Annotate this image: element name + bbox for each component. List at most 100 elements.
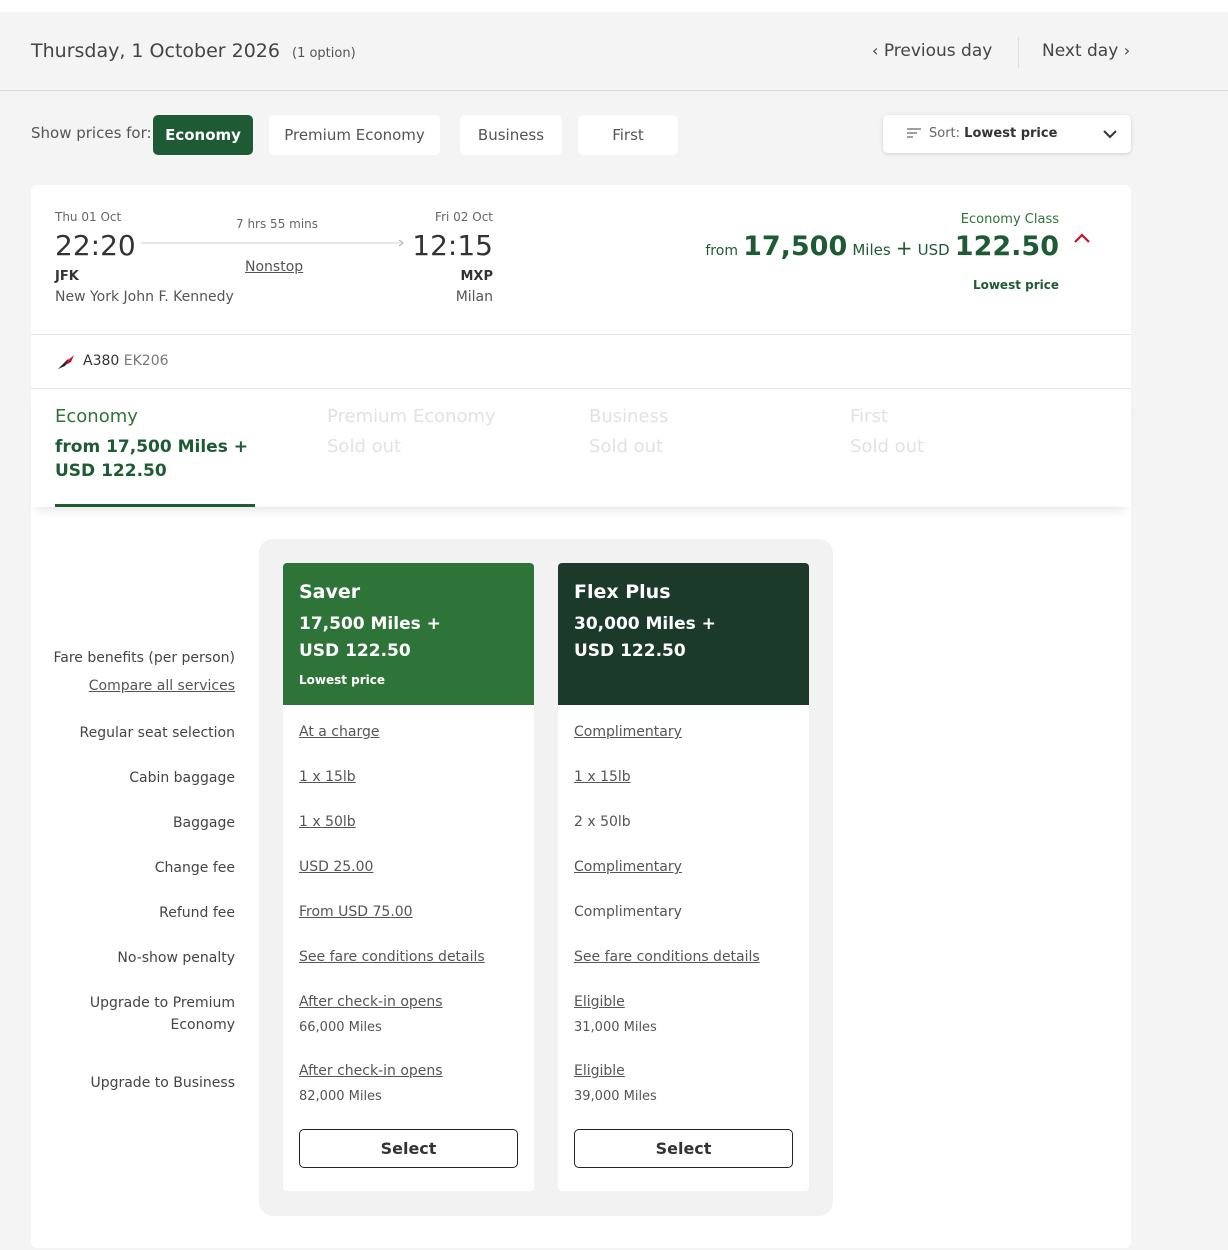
tab-business-status: Sold out — [589, 436, 664, 457]
tab-first[interactable]: First Sold out — [850, 406, 924, 457]
pill-economy[interactable]: Economy — [153, 115, 253, 155]
chevron-up-icon[interactable] — [1073, 231, 1091, 245]
flex-change-fee[interactable]: Complimentary — [574, 859, 682, 875]
flex-seat-selection[interactable]: Complimentary — [574, 724, 682, 740]
arrival-city: Milan — [455, 289, 493, 305]
active-tab-indicator — [55, 504, 255, 507]
tab-first-status: Sold out — [850, 436, 925, 457]
show-prices-label: Show prices for: — [31, 124, 152, 142]
saver-no-show-penalty[interactable]: See fare conditions details — [299, 949, 485, 965]
flight-number: EK206 — [123, 353, 169, 369]
departure-code: JFK — [55, 269, 79, 284]
tab-first-name: First — [850, 406, 888, 427]
flex-refund-fee: Complimentary — [574, 904, 682, 920]
top-strip — [0, 0, 1228, 12]
select-saver-button[interactable]: Select — [299, 1129, 518, 1168]
price-miles: 17,500 — [743, 231, 848, 262]
fare-card-saver: Saver 17,500 Miles + USD 122.50 Lowest p… — [283, 563, 534, 1191]
fare-price-miles: 30,000 Miles + — [574, 614, 716, 634]
saver-upgrade-premium-miles: 66,000 Miles — [299, 1020, 382, 1035]
benefits-header-label: Fare benefits (per person) — [53, 650, 235, 666]
label-upgrade-business: Upgrade to Business — [90, 1075, 235, 1091]
sort-value: Lowest price — [964, 126, 1058, 141]
fare-price: 30,000 Miles + USD 122.50 — [574, 611, 716, 665]
tab-premium-economy[interactable]: Premium Economy Sold out — [327, 406, 496, 457]
fare-options-panel: Saver 17,500 Miles + USD 122.50 Lowest p… — [259, 539, 833, 1216]
flex-upgrade-premium[interactable]: Eligible — [574, 994, 625, 1010]
pill-first[interactable]: First — [578, 115, 678, 155]
flex-cabin-baggage[interactable]: 1 x 15lb — [574, 769, 631, 785]
flight-card: Thu 01 Oct 22:20 JFK New York John F. Ke… — [31, 185, 1131, 1248]
label-refund-fee: Refund fee — [159, 905, 235, 921]
fare-header-flex-plus: Flex Plus 30,000 Miles + USD 122.50 — [558, 563, 809, 705]
saver-upgrade-premium[interactable]: After check-in opens — [299, 994, 443, 1010]
flight-line — [141, 239, 404, 247]
sort-icon — [907, 128, 921, 138]
saver-refund-fee[interactable]: From USD 75.00 — [299, 904, 413, 920]
aircraft-row: A380 EK206 — [31, 335, 1131, 389]
departure-time: 22:20 — [55, 229, 136, 262]
fare-price-miles: 17,500 Miles + — [299, 614, 441, 634]
label-cabin-baggage: Cabin baggage — [129, 770, 235, 786]
flex-baggage: 2 x 50lb — [574, 814, 631, 830]
sort-prefix: Sort: — [929, 126, 961, 141]
fare-price: 17,500 Miles + USD 122.50 — [299, 611, 441, 665]
tab-economy-price-line1: from 17,500 Miles + — [55, 437, 248, 457]
flex-no-show-penalty[interactable]: See fare conditions details — [574, 949, 760, 965]
previous-day-link[interactable]: ‹ Previous day — [872, 41, 992, 61]
arrival-date: Fri 02 Oct — [435, 210, 493, 224]
tab-premium-economy-status: Sold out — [327, 436, 402, 457]
price-currency: USD — [917, 241, 950, 259]
flex-upgrade-premium-miles: 31,000 Miles — [574, 1020, 657, 1035]
label-seat-selection: Regular seat selection — [79, 725, 236, 741]
next-day-link[interactable]: Next day › — [1042, 41, 1130, 61]
airline-logo-icon — [58, 355, 74, 369]
saver-upgrade-business-miles: 82,000 Miles — [299, 1089, 382, 1104]
sort-text: Sort: Lowest price — [929, 126, 1057, 141]
sort-dropdown[interactable]: Sort: Lowest price — [883, 115, 1131, 153]
label-upgrade-premium-line2: Economy — [170, 1017, 235, 1033]
tab-business-name: Business — [589, 406, 669, 427]
chevron-left-icon: ‹ — [872, 41, 879, 60]
saver-change-fee[interactable]: USD 25.00 — [299, 859, 373, 875]
label-change-fee: Change fee — [154, 860, 235, 876]
pill-premium-economy[interactable]: Premium Economy — [269, 115, 440, 155]
chevron-down-icon — [1103, 130, 1117, 139]
arrival-code: MXP — [460, 269, 494, 284]
tab-economy-name: Economy — [55, 406, 138, 427]
price-from: from — [705, 243, 738, 259]
aircraft-info: A380 EK206 — [83, 353, 169, 369]
price-miles-unit: Miles — [852, 241, 891, 259]
saver-baggage[interactable]: 1 x 50lb — [299, 814, 356, 830]
flight-summary[interactable]: Thu 01 Oct 22:20 JFK New York John F. Ke… — [31, 185, 1131, 335]
fare-card-flex-plus: Flex Plus 30,000 Miles + USD 122.50 Comp… — [558, 563, 809, 1191]
arrival-time: 12:15 — [412, 229, 493, 262]
label-baggage: Baggage — [172, 815, 235, 831]
saver-cabin-baggage[interactable]: 1 x 15lb — [299, 769, 356, 785]
lowest-price-tag: Lowest price — [972, 278, 1059, 292]
tab-business[interactable]: Business Sold out — [589, 406, 668, 457]
label-no-show-penalty: No-show penalty — [117, 950, 235, 966]
pill-business[interactable]: Business — [460, 115, 562, 155]
select-flex-plus-button[interactable]: Select — [574, 1129, 793, 1168]
fare-price-usd: USD 122.50 — [299, 641, 411, 661]
tab-premium-economy-name: Premium Economy — [327, 406, 496, 427]
date-header: Thursday, 1 October 2026 (1 option) ‹ Pre… — [0, 12, 1228, 91]
fare-header-saver: Saver 17,500 Miles + USD 122.50 Lowest p… — [283, 563, 534, 705]
compare-all-services-link[interactable]: Compare all services — [89, 678, 235, 694]
class-label: Economy Class — [960, 212, 1059, 227]
flex-upgrade-business[interactable]: Eligible — [574, 1063, 625, 1079]
previous-day-label: Previous day — [883, 41, 993, 61]
aircraft-type: A380 — [83, 353, 120, 369]
flight-duration: 7 hrs 55 mins — [236, 217, 319, 231]
saver-upgrade-business[interactable]: After check-in opens — [299, 1063, 443, 1079]
label-upgrade-premium: Upgrade to Premium — [89, 995, 235, 1011]
tab-economy-price-line2: USD 122.50 — [55, 461, 167, 481]
class-tabs: Economy from 17,500 Miles + USD 122.50 P… — [31, 390, 1131, 507]
tab-economy[interactable]: Economy from 17,500 Miles + USD 122.50 — [55, 406, 255, 507]
stops-link[interactable]: Nonstop — [245, 259, 303, 275]
saver-seat-selection[interactable]: At a charge — [299, 724, 379, 740]
date-title-text: Thursday, 1 October 2026 — [31, 40, 280, 62]
date-title: Thursday, 1 October 2026 (1 option) — [31, 40, 356, 62]
fare-price-usd: USD 122.50 — [574, 641, 686, 661]
